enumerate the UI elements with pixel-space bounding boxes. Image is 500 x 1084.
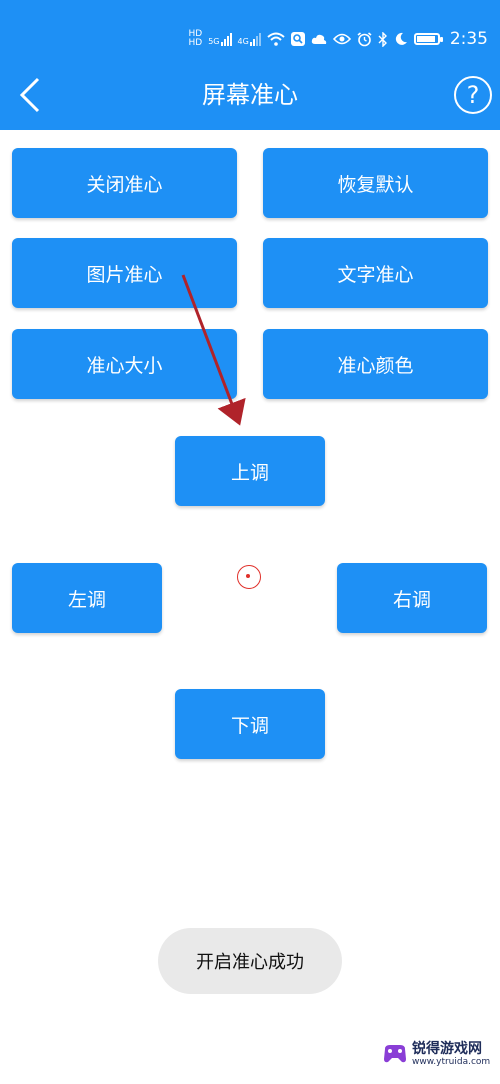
crosshair-indicator [237,565,261,589]
gamepad-logo-icon [384,1045,406,1063]
watermark-url: www.ytruida.com [412,1057,491,1067]
cloud-icon [311,34,327,44]
move-left-button[interactable]: 左调 [12,563,162,633]
move-up-button[interactable]: 上调 [175,436,325,506]
close-crosshair-button[interactable]: 关闭准心 [12,148,237,218]
move-right-button[interactable]: 右调 [337,563,487,633]
toast-message: 开启准心成功 [158,928,342,994]
watermark-text: 锐得游戏网 [412,1041,482,1057]
crosshair-size-button[interactable]: 准心大小 [12,329,237,399]
app-bar: 屏幕准心 ? [0,60,500,130]
signal-4g-label: 4G [237,37,249,46]
hd-label-2: HD [188,38,203,48]
crosshair-color-button[interactable]: 准心颜色 [263,329,488,399]
eye-icon [332,33,351,45]
image-crosshair-button[interactable]: 图片准心 [12,238,237,308]
bluetooth-icon [378,31,387,47]
page-title: 屏幕准心 [202,81,298,109]
signal-5g-label: 5G [208,37,220,46]
move-down-button[interactable]: 下调 [175,689,325,759]
signal-5g-icon: 5G [208,32,232,46]
alarm-icon [357,31,372,46]
help-button[interactable]: ? [454,76,492,114]
battery-icon [413,33,443,45]
text-crosshair-button[interactable]: 文字准心 [263,238,488,308]
help-icon: ? [466,81,480,109]
watermark: 锐得游戏网 www.ytruida.com [382,1036,492,1072]
status-icons: HD HD 5G 4G 2:35 [189,26,488,52]
moon-icon [395,32,407,45]
hd-indicator: HD HD [189,30,203,48]
status-time: 2:35 [449,29,488,49]
wifi-icon [267,32,285,46]
search-app-icon [290,32,305,46]
restore-default-button[interactable]: 恢复默认 [263,148,488,218]
signal-4g-icon: 4G [238,32,261,46]
